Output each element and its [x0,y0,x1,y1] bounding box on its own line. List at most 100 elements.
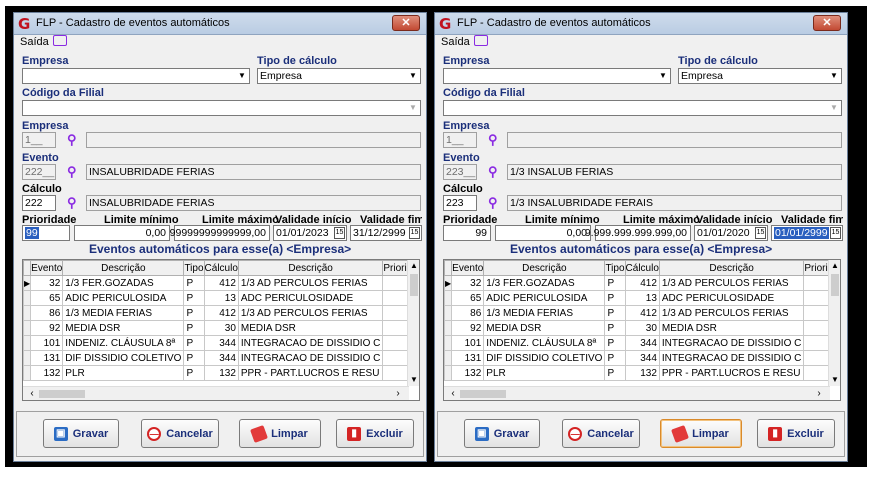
row-indicator[interactable] [444,335,453,351]
prioridade-field[interactable]: 99 [443,225,491,241]
row-indicator[interactable] [444,290,453,306]
table-row[interactable]: 65 ADIC PERICULOSIDA P 13 ADC PERICULOSIDADE… [444,290,840,306]
empresa-combo[interactable]: ▼ [22,68,250,84]
evento-code-field[interactable]: 223__ [443,164,477,180]
table-row[interactable]: 101 INDENIZ. CLÁUSULA 8ª P 344 INTEGRACAO DE… [444,335,840,351]
table-row[interactable]: 86 1/3 MEDIA FERIAS P 412 1/3 AD PERCULOS FE… [23,305,419,321]
horizontal-scrollbar[interactable]: ‹ › [444,386,830,400]
prioridade-field[interactable]: 99 [22,225,70,241]
chevron-left-icon[interactable]: ‹ [446,387,460,400]
scroll-thumb[interactable] [831,274,839,296]
close-button[interactable]: ✕ [392,15,420,31]
chevron-right-icon[interactable]: › [812,387,826,400]
table-row[interactable]: 86 1/3 MEDIA FERIAS P 412 1/3 AD PERCULOS FE… [444,305,840,321]
search-empresa-icon[interactable]: ⚲ [67,133,81,147]
row-indicator[interactable] [444,350,453,366]
row-indicator[interactable] [444,320,453,336]
limite-minimo-field[interactable]: 0,00 [74,225,170,241]
chevron-down-icon[interactable]: ▼ [657,70,669,82]
chevron-down-icon[interactable]: ▼ [828,102,840,114]
current-row-indicator-icon[interactable]: ▶ [444,275,453,291]
menu-saida[interactable]: Saída [441,36,470,48]
chevron-down-icon[interactable]: ▼ [407,70,419,82]
row-indicator[interactable] [23,290,32,306]
row-indicator[interactable] [23,320,32,336]
scroll-thumb[interactable] [460,390,506,398]
tipo-calculo-combo[interactable]: Empresa ▼ [678,68,842,84]
close-button[interactable]: ✕ [813,15,841,31]
calculo-code-field[interactable]: 223 [443,195,477,211]
table-row[interactable]: 131 DIF DISSIDIO COLETIVO P 344 INTEGRACAO D… [444,350,840,366]
table-row[interactable]: 131 DIF DISSIDIO COLETIVO P 344 INTEGRACAO D… [23,350,419,366]
exit-menu-icon[interactable] [474,35,488,46]
column-header[interactable]: Evento [451,260,485,276]
chevron-down-icon[interactable]: ▼ [828,70,840,82]
column-header[interactable]: Descrição [62,260,185,276]
row-indicator[interactable] [444,305,453,321]
codigo-filial-combo[interactable]: ▼ [22,100,421,116]
vertical-scrollbar[interactable]: ▲ ▼ [828,260,840,386]
validade-inicio-field[interactable]: 01/01/2023 15 [273,225,347,241]
limpar-button[interactable]: Limpar [660,419,742,448]
column-header[interactable]: Cálculo [203,260,239,276]
table-row[interactable]: ▶ 32 1/3 FER.GOZADAS P 412 1/3 AD PERCULOS FE… [444,275,840,291]
table-row[interactable]: 65 ADIC PERICULOSIDA P 13 ADC PERICULOSIDADE… [23,290,419,306]
horizontal-scrollbar[interactable]: ‹ › [23,386,409,400]
column-header[interactable]: Evento [30,260,64,276]
calendar-icon[interactable]: 15 [830,227,841,239]
column-header[interactable]: Tipo [604,260,626,276]
tipo-calculo-combo[interactable]: Empresa ▼ [257,68,421,84]
validade-inicio-field[interactable]: 01/01/2020 15 [694,225,768,241]
codigo-filial-combo[interactable]: ▼ [443,100,842,116]
calculo-code-field[interactable]: 222 [22,195,56,211]
column-header[interactable]: Descrição [237,260,384,276]
search-evento-icon[interactable]: ⚲ [488,165,502,179]
table-row[interactable]: 132PLRP132PPR - PART.LUCROS E RESU5 [444,365,840,381]
limite-maximo-field[interactable]: 9.999.999.999.999,00 [585,225,691,241]
validade-fim-field[interactable]: 01/01/2999 15 [771,225,843,241]
chevron-right-icon[interactable]: › [391,387,405,400]
column-header[interactable]: Tipo [183,260,205,276]
chevron-down-icon[interactable]: ▼ [408,374,419,386]
table-row[interactable]: ▶ 32 1/3 FER.GOZADAS P 412 1/3 AD PERCULOS FE… [23,275,419,291]
empresa-combo[interactable]: ▼ [443,68,671,84]
validade-fim-field[interactable]: 31/12/2999 15 [350,225,422,241]
scroll-thumb[interactable] [410,274,418,296]
search-empresa-icon[interactable]: ⚲ [488,133,502,147]
excluir-button[interactable]: ▮ Excluir [336,419,414,448]
row-indicator[interactable] [23,335,32,351]
gravar-button[interactable]: ▣ Gravar [43,419,119,448]
cancelar-button[interactable]: ― Cancelar [562,419,640,448]
eventos-grid[interactable]: Evento Descrição Tipo Cálculo Descrição Prior… [443,259,841,401]
scroll-thumb[interactable] [39,390,85,398]
calendar-icon[interactable]: 15 [755,227,766,239]
eventos-grid[interactable]: Evento Descrição Tipo Cálculo Descrição Prior… [22,259,420,401]
limite-maximo-field[interactable]: 99999999999999,00 [170,225,270,241]
vertical-scrollbar[interactable]: ▲ ▼ [407,260,419,386]
column-header[interactable]: Descrição [658,260,805,276]
current-row-indicator-icon[interactable]: ▶ [23,275,32,291]
exit-menu-icon[interactable] [53,35,67,46]
search-calculo-icon[interactable]: ⚲ [67,196,81,210]
evento-code-field[interactable]: 222__ [22,164,56,180]
search-calculo-icon[interactable]: ⚲ [488,196,502,210]
excluir-button[interactable]: ▮ Excluir [757,419,835,448]
empresa-code-field[interactable]: 1__ [443,132,477,148]
limpar-button[interactable]: Limpar [239,419,321,448]
row-indicator[interactable] [23,350,32,366]
chevron-down-icon[interactable]: ▼ [407,102,419,114]
limite-minimo-field[interactable]: 0,00 [495,225,591,241]
chevron-down-icon[interactable]: ▼ [236,70,248,82]
row-indicator[interactable] [444,365,453,381]
table-row[interactable]: 92MEDIA DSRP30MEDIA DSR9 [444,320,840,336]
chevron-left-icon[interactable]: ‹ [25,387,39,400]
table-row[interactable]: 132PLRP132PPR - PART.LUCROS E RESU5 [23,365,419,381]
row-indicator[interactable] [23,365,32,381]
column-header[interactable]: Descrição [483,260,606,276]
column-header[interactable]: Cálculo [624,260,660,276]
table-row[interactable]: 92MEDIA DSRP30MEDIA DSR9 [23,320,419,336]
chevron-down-icon[interactable]: ▼ [829,374,840,386]
search-evento-icon[interactable]: ⚲ [67,165,81,179]
gravar-button[interactable]: ▣ Gravar [464,419,540,448]
empresa-code-field[interactable]: 1__ [22,132,56,148]
